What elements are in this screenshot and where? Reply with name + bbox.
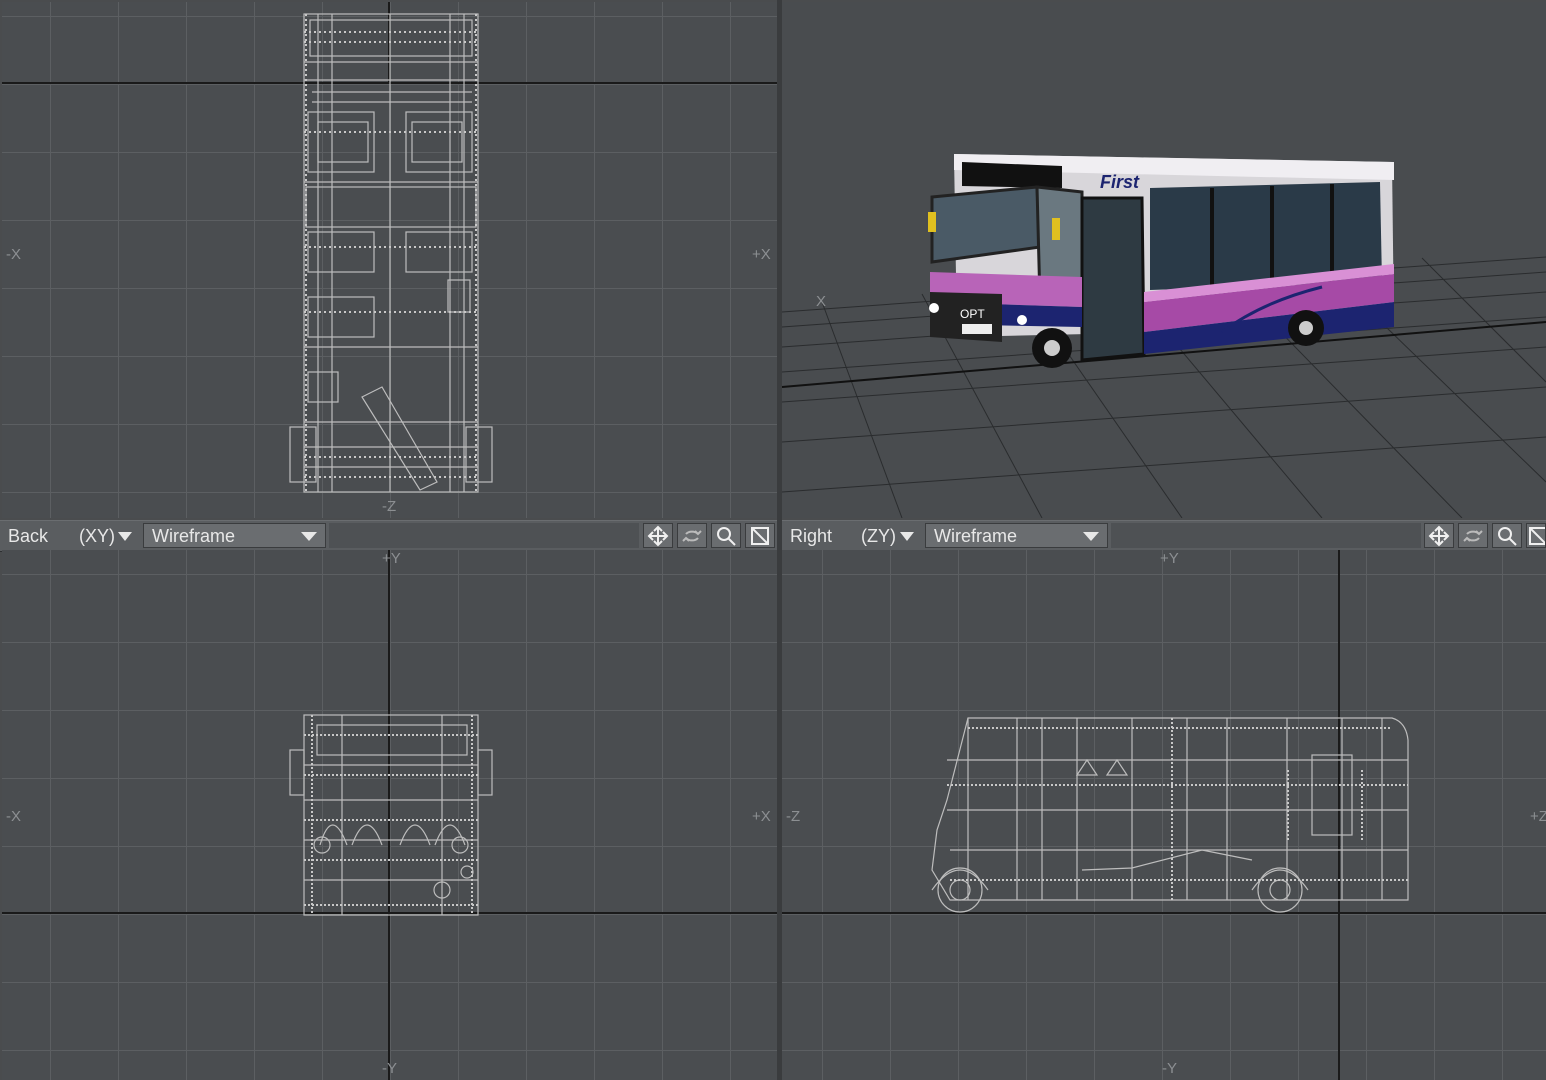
render-mode-dropdown[interactable]: Wireframe xyxy=(143,523,326,548)
render-mode-dropdown[interactable]: Wireframe xyxy=(925,523,1108,548)
maximize-icon[interactable] xyxy=(1526,523,1546,548)
view-axis-select[interactable]: (XY) xyxy=(79,526,115,547)
zoom-icon[interactable] xyxy=(1492,523,1522,548)
view-name[interactable]: Back xyxy=(8,526,48,547)
render-mode-label: Wireframe xyxy=(152,526,236,546)
move-icon[interactable] xyxy=(1424,523,1454,548)
axis-label-x: X xyxy=(816,293,826,310)
chevron-down-icon xyxy=(1083,532,1099,541)
move-icon[interactable] xyxy=(643,523,673,548)
viewport-perspective[interactable]: X OPT First xyxy=(782,2,1546,518)
chevron-down-icon[interactable] xyxy=(900,532,914,541)
viewport-right[interactable]: +Y -Z +Z -Y xyxy=(782,550,1546,1080)
toolbar-spacer xyxy=(329,523,639,548)
destination-display: OPT xyxy=(960,307,985,321)
viewport-top[interactable]: -X +X -Z xyxy=(2,2,777,518)
rotate-icon[interactable] xyxy=(677,523,707,548)
render-mode-label: Wireframe xyxy=(934,526,1018,546)
chevron-down-icon[interactable] xyxy=(118,532,132,541)
bus-model: OPT First xyxy=(928,154,1394,368)
perspective-scene: X OPT First xyxy=(782,154,1546,518)
bus-wireframe-back xyxy=(289,714,493,916)
bus-wireframe-side xyxy=(931,717,1409,913)
view-name[interactable]: Right xyxy=(790,526,832,547)
toolbar-spacer xyxy=(1111,523,1421,548)
maximize-icon[interactable] xyxy=(745,523,775,548)
toolbar-right-viewport: Right (ZY) Wireframe xyxy=(782,520,1546,552)
viewport-back[interactable]: +Y -X +X -Y xyxy=(2,550,777,1080)
rotate-icon[interactable] xyxy=(1458,523,1488,548)
bus-brand-text: First xyxy=(1100,172,1140,192)
view-axis-select[interactable]: (ZY) xyxy=(861,526,896,547)
chevron-down-icon xyxy=(301,532,317,541)
toolbar-back-viewport: Back (XY) Wireframe xyxy=(0,520,777,552)
bus-wireframe-top xyxy=(289,13,493,493)
zoom-icon[interactable] xyxy=(711,523,741,548)
